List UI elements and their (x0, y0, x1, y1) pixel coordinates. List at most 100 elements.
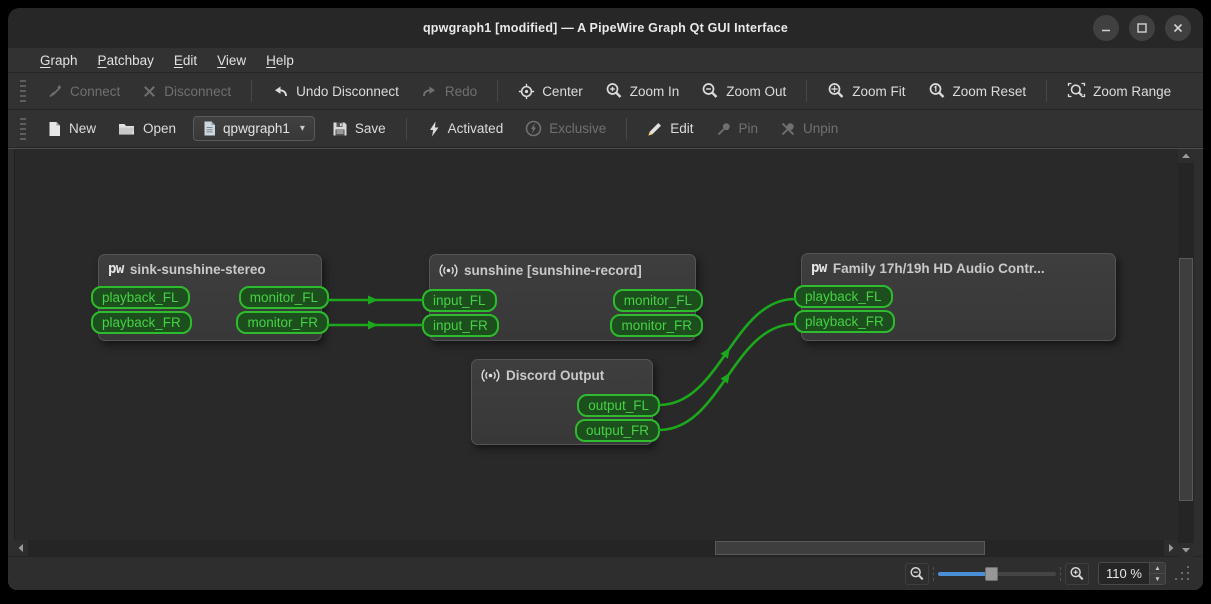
port-playback-fl[interactable]: playback_FL (794, 285, 893, 308)
save-button[interactable]: Save (323, 116, 395, 142)
horizontal-scroll-thumb[interactable] (715, 541, 985, 555)
menu-patchbay[interactable]: Patchbay (88, 51, 164, 70)
slider-handle[interactable] (985, 566, 998, 581)
open-folder-icon (119, 124, 135, 135)
maximize-icon (1137, 23, 1147, 33)
arrow-down-icon (1182, 548, 1190, 553)
save-icon (333, 122, 347, 135)
node-discord-output[interactable]: Discord Output output_FL output_FR (471, 359, 660, 445)
zoom-reset-icon (929, 83, 944, 98)
node-sunshine[interactable]: sunshine [sunshine-record] input_FL inpu… (422, 254, 703, 341)
zoom-out-small-button[interactable] (905, 562, 929, 585)
connection-monitor-fl-input-fl[interactable] (326, 295, 425, 305)
menu-edit[interactable]: Edit (164, 51, 207, 70)
menu-help[interactable]: Help (256, 51, 304, 70)
zoom-in-small-button[interactable] (1065, 562, 1089, 585)
toolbar-grip[interactable] (20, 117, 26, 140)
connect-icon (49, 84, 62, 98)
titlebar: qpwgraph1 [modified] — A PipeWire Graph … (8, 8, 1203, 48)
spin-down-button[interactable]: ▼ (1150, 574, 1165, 584)
vertical-scrollbar[interactable] (1178, 149, 1194, 557)
port-monitor-fl[interactable]: monitor_FL (612, 289, 703, 312)
open-button[interactable]: Open (109, 116, 185, 141)
zoom-in-button[interactable]: Zoom In (596, 77, 689, 105)
patchbay-selector[interactable]: qpwgraph1 ▾ (193, 116, 315, 141)
resize-grip[interactable] (1175, 565, 1191, 582)
scroll-left-button[interactable] (14, 540, 28, 556)
connection-monitor-fr-input-fr[interactable] (326, 320, 425, 330)
zoom-spinbox[interactable]: 110 % ▲ ▼ (1098, 562, 1166, 585)
zoom-slider[interactable] (933, 564, 1061, 584)
port-playback-fl[interactable]: playback_FL (91, 286, 190, 309)
menu-graph[interactable]: Graph (30, 51, 88, 70)
scroll-right-button[interactable] (1164, 540, 1178, 556)
node-title: sunshine [sunshine-record] (430, 255, 695, 284)
edit-button[interactable]: Edit (638, 116, 702, 142)
patchbay-file-icon (204, 121, 216, 136)
disconnect-button[interactable]: Disconnect (133, 79, 240, 104)
scroll-up-button[interactable] (1178, 149, 1194, 163)
arrow-up-icon (1182, 153, 1190, 158)
statusbar: 110 % ▲ ▼ (8, 556, 1203, 590)
slider-tick (1060, 566, 1061, 581)
toolbar-separator (626, 117, 628, 140)
slider-fill (938, 571, 990, 576)
zoom-out-button[interactable]: Zoom Out (692, 77, 795, 105)
unpin-icon (781, 122, 795, 135)
zoom-in-icon (606, 83, 622, 98)
exclusive-button[interactable]: Exclusive (516, 115, 615, 142)
close-icon (1173, 23, 1183, 33)
pin-button[interactable]: Pin (707, 116, 768, 142)
pin-icon (717, 122, 730, 135)
node-family-hd-audio[interactable]: pw Family 17h/19h HD Audio Contr... play… (794, 253, 1116, 341)
edit-pencil-icon (648, 122, 662, 135)
undo-disconnect-button[interactable]: Undo Disconnect (263, 78, 408, 104)
port-playback-fr[interactable]: playback_FR (91, 311, 192, 334)
minimize-icon (1102, 29, 1110, 32)
port-output-fl[interactable]: output_FL (577, 394, 660, 417)
new-button[interactable]: New (38, 116, 105, 142)
maximize-button[interactable] (1129, 15, 1155, 41)
exclusive-icon (525, 120, 542, 137)
center-icon (519, 83, 535, 99)
disconnect-icon (144, 85, 156, 97)
horizontal-scrollbar[interactable] (14, 540, 1178, 556)
stream-icon (439, 264, 458, 277)
port-input-fr[interactable]: input_FR (422, 314, 499, 337)
zoom-fit-icon (828, 83, 844, 98)
close-button[interactable] (1165, 15, 1191, 41)
zoom-value: 110 % (1106, 566, 1142, 581)
port-output-fr[interactable]: output_FR (574, 419, 660, 442)
toolbar-separator (405, 117, 407, 140)
center-button[interactable]: Center (509, 78, 592, 105)
port-monitor-fr[interactable]: monitor_FR (610, 314, 703, 337)
port-monitor-fr[interactable]: monitor_FR (236, 311, 329, 334)
port-monitor-fl[interactable]: monitor_FL (238, 286, 329, 309)
zoom-range-button[interactable]: Zoom Range (1058, 77, 1180, 105)
port-playback-fr[interactable]: playback_FR (794, 310, 895, 333)
redo-button[interactable]: Redo (412, 78, 486, 104)
activated-button[interactable]: Activated (418, 116, 513, 142)
zoom-out-small-icon (910, 566, 924, 580)
node-sink-sunshine-stereo[interactable]: pw sink-sunshine-stereo playback_FL play… (91, 254, 329, 341)
unpin-button[interactable]: Unpin (771, 116, 847, 142)
node-title: pw Family 17h/19h HD Audio Contr... (811, 260, 1045, 276)
patchbay-name: qpwgraph1 (223, 121, 290, 136)
undo-icon (275, 86, 288, 97)
arrow-left-icon (18, 544, 23, 552)
minimize-button[interactable] (1093, 15, 1119, 41)
graph-view: pw sink-sunshine-stereo playback_FL play… (8, 148, 1203, 557)
zoom-in-small-icon (1070, 566, 1084, 580)
port-input-fl[interactable]: input_FL (422, 289, 497, 312)
pipewire-icon: pw (108, 261, 124, 277)
toolbar-grip[interactable] (20, 80, 26, 102)
zoom-fit-button[interactable]: Zoom Fit (818, 77, 914, 105)
stream-icon (481, 369, 500, 382)
connect-button[interactable]: Connect (38, 78, 129, 104)
zoom-reset-button[interactable]: Zoom Reset (919, 77, 1036, 105)
scroll-down-button[interactable] (1178, 543, 1194, 557)
vertical-scroll-thumb[interactable] (1179, 258, 1193, 501)
graph-canvas[interactable]: pw sink-sunshine-stereo playback_FL play… (14, 149, 1178, 540)
menu-view[interactable]: View (207, 51, 256, 70)
spin-up-button[interactable]: ▲ (1150, 563, 1165, 574)
